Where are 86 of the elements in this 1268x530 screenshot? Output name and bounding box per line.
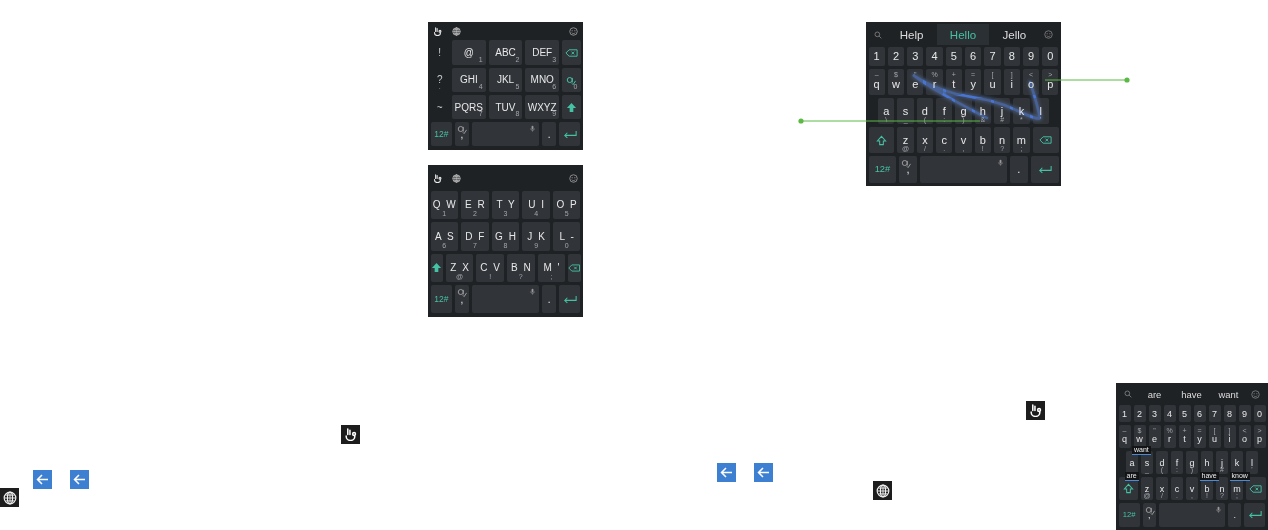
keyboard-key[interactable]: 4 bbox=[926, 46, 943, 66]
enter-key[interactable] bbox=[558, 285, 581, 314]
keyboard-key[interactable]: 7 bbox=[984, 46, 1001, 66]
suggestion-item[interactable]: Jello bbox=[988, 24, 1040, 46]
symbols-key[interactable]: 12# bbox=[868, 156, 897, 183]
globe-icon bbox=[0, 488, 19, 507]
shift-key[interactable] bbox=[562, 95, 581, 120]
globe-icon bbox=[873, 481, 892, 500]
backspace-icon bbox=[568, 263, 581, 272]
backspace-icon bbox=[1249, 484, 1263, 493]
backspace-key[interactable] bbox=[1246, 477, 1266, 501]
shift-key[interactable] bbox=[430, 253, 443, 282]
keyboard-key[interactable]: 6 bbox=[965, 46, 982, 66]
microphone-icon bbox=[530, 288, 536, 295]
handwriting-icon bbox=[457, 124, 468, 135]
globe-icon bbox=[452, 173, 461, 183]
shift-icon bbox=[1122, 483, 1134, 495]
keyboard-key[interactable]: 5 bbox=[1178, 405, 1191, 422]
keyboard-key[interactable]: ~ bbox=[430, 95, 449, 120]
handwriting-icon bbox=[566, 74, 577, 85]
shift-key[interactable] bbox=[868, 127, 895, 154]
keyboard-key[interactable]: 5 bbox=[945, 46, 962, 66]
enter-icon bbox=[562, 294, 577, 304]
enter-icon bbox=[1247, 510, 1262, 520]
search-icon bbox=[1124, 390, 1132, 399]
backspace-key[interactable] bbox=[568, 253, 581, 282]
globe-icon bbox=[452, 27, 461, 36]
suggestion-item[interactable]: Hello bbox=[937, 24, 989, 46]
keyboard-key[interactable]: 8 bbox=[1223, 405, 1236, 422]
keyboard-key[interactable]: 8 bbox=[1003, 46, 1020, 66]
keyboard-key[interactable]: 1 bbox=[1118, 405, 1131, 422]
hand-icon bbox=[1026, 401, 1045, 420]
enter-key[interactable] bbox=[1244, 503, 1266, 527]
keyboard-key[interactable]: 6 bbox=[1193, 405, 1206, 422]
microphone-icon bbox=[998, 159, 1004, 167]
hand-icon bbox=[341, 425, 360, 444]
enter-icon bbox=[1037, 164, 1052, 174]
handwriting-icon bbox=[457, 287, 468, 297]
keyboard-key[interactable]: 2 bbox=[1133, 405, 1146, 422]
microphone-icon bbox=[530, 125, 536, 133]
period-key[interactable]: . bbox=[1228, 503, 1242, 527]
shift-icon bbox=[431, 262, 443, 274]
handwriting-icon bbox=[901, 158, 912, 169]
microphone-icon bbox=[1216, 506, 1222, 514]
keyboard-key[interactable]: 9 bbox=[1238, 405, 1251, 422]
comma-key[interactable]: , bbox=[1142, 503, 1156, 527]
keyboard-key[interactable]: 1 bbox=[868, 46, 885, 66]
search-icon bbox=[874, 30, 882, 39]
symbols-key[interactable]: 12# bbox=[430, 285, 453, 314]
period-key[interactable]: . bbox=[1010, 156, 1028, 183]
suggestion-item[interactable]: want bbox=[1210, 385, 1247, 404]
keyboard-key[interactable]: 7 bbox=[1208, 405, 1221, 422]
suggestion-item[interactable]: Help bbox=[886, 24, 938, 46]
shift-key[interactable] bbox=[1118, 477, 1138, 501]
emoji-icon bbox=[1251, 389, 1260, 399]
backspace-key[interactable] bbox=[1032, 127, 1059, 154]
emoji-icon bbox=[569, 27, 578, 36]
period-key[interactable]: . bbox=[542, 285, 556, 314]
period-key[interactable]: . bbox=[542, 122, 556, 147]
keyboard-key[interactable]: 2 bbox=[887, 46, 905, 66]
keyboard-key[interactable]: 9 bbox=[1022, 46, 1040, 66]
enter-key[interactable] bbox=[558, 122, 581, 147]
comma-key[interactable]: , bbox=[455, 285, 469, 314]
enter-icon bbox=[562, 129, 577, 139]
shift-icon bbox=[565, 101, 577, 113]
keyboard-key[interactable]: 0 bbox=[1042, 46, 1059, 66]
keyboard-key[interactable]: 3 bbox=[1148, 405, 1161, 422]
emoji-icon bbox=[1044, 30, 1053, 40]
backspace-icon bbox=[1039, 136, 1053, 145]
symbols-key[interactable]: 12# bbox=[430, 122, 453, 147]
emoji-icon bbox=[569, 173, 578, 183]
shift-icon bbox=[876, 134, 887, 146]
backspace-icon bbox=[564, 48, 578, 57]
enter-key[interactable] bbox=[1030, 156, 1059, 183]
comma-key[interactable]: , bbox=[455, 122, 469, 147]
suggestion-item[interactable]: are bbox=[1136, 385, 1173, 404]
comma-key[interactable]: , bbox=[899, 156, 917, 183]
keyboard-key[interactable]: 0 bbox=[1253, 405, 1266, 422]
hand-icon bbox=[433, 27, 442, 36]
handwriting-icon bbox=[1144, 505, 1155, 516]
keyboard-key[interactable]: 3 bbox=[907, 46, 924, 66]
hand-icon bbox=[433, 173, 442, 183]
keyboard-key[interactable]: 4 bbox=[1163, 405, 1176, 422]
keyboard-key[interactable]: ! bbox=[430, 40, 449, 65]
suggestion-item[interactable]: have bbox=[1173, 385, 1210, 404]
backspace-key[interactable] bbox=[562, 40, 581, 65]
